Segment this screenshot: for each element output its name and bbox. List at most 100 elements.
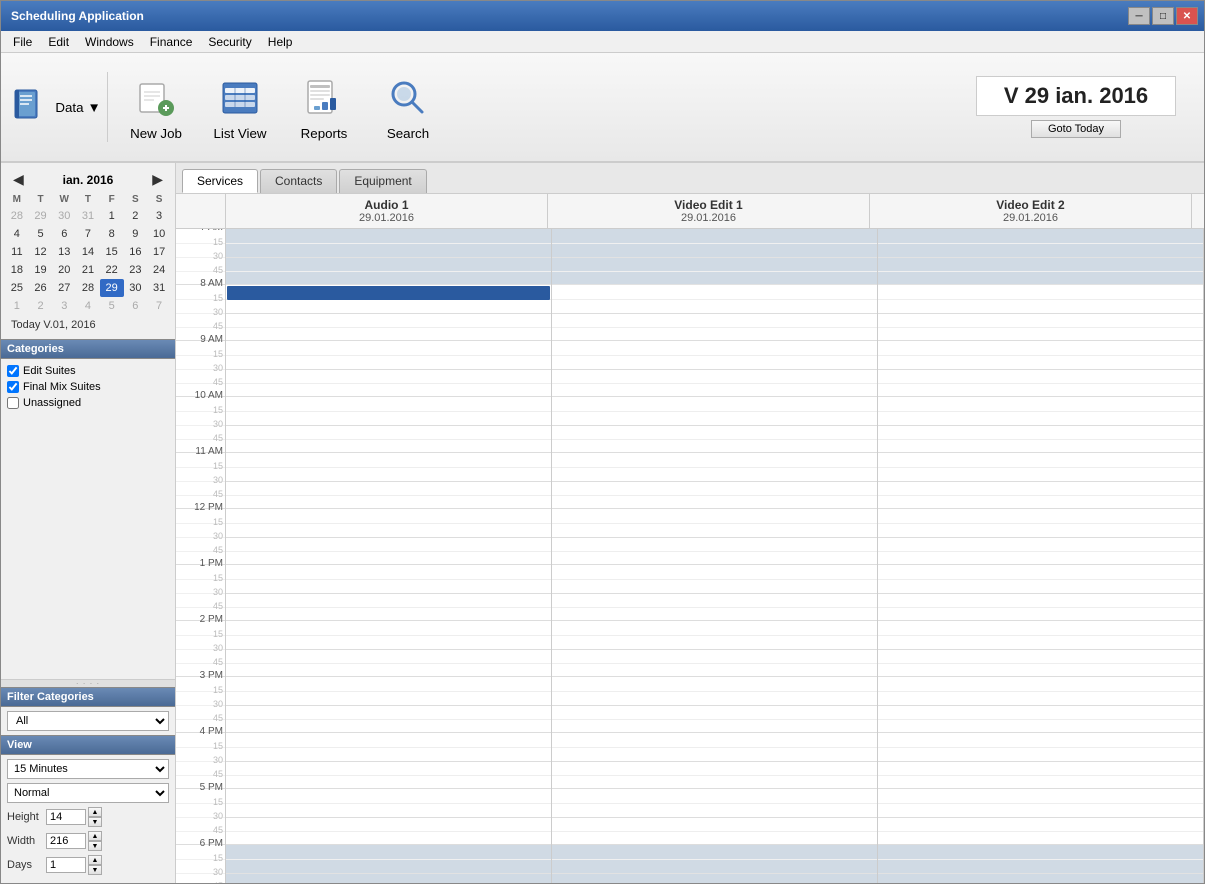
calendar-day[interactable]: 26 [29,279,53,297]
menu-help[interactable]: Help [260,33,301,51]
appointment-block[interactable] [227,286,550,300]
calendar-day[interactable]: 22 [100,261,124,279]
list-view-button[interactable]: List View [200,62,280,152]
width-input[interactable] [46,833,86,849]
calendar-day[interactable]: 2 [124,207,148,225]
days-down-button[interactable]: ▼ [88,865,102,875]
tab-services[interactable]: Services [182,169,258,193]
schedule-hour-block[interactable] [226,229,551,285]
schedule-hour-block[interactable] [552,789,877,845]
calendar-day[interactable]: 25 [5,279,29,297]
calendar-day[interactable]: 23 [124,261,148,279]
schedule-hour-block[interactable] [552,677,877,733]
calendar-day[interactable]: 1 [100,207,124,225]
height-input[interactable] [46,809,86,825]
maximize-button[interactable]: □ [1152,7,1174,25]
calendar-day[interactable]: 20 [52,261,76,279]
width-down-button[interactable]: ▼ [88,841,102,851]
mode-dropdown[interactable]: Normal Compact Wide [7,783,169,803]
schedule-hour-block[interactable] [878,789,1203,845]
calendar-day[interactable]: 3 [147,207,171,225]
calendar-day[interactable]: 30 [124,279,148,297]
schedule-hour-block[interactable] [878,733,1203,789]
calendar-day[interactable]: 7 [147,297,171,315]
calendar-day[interactable]: 3 [52,297,76,315]
days-input[interactable] [46,857,86,873]
tab-equipment[interactable]: Equipment [339,169,426,193]
calendar-day[interactable]: 9 [124,225,148,243]
new-job-button[interactable]: New Job [116,62,196,152]
calendar-day[interactable]: 6 [52,225,76,243]
calendar-day[interactable]: 13 [52,243,76,261]
calendar-day[interactable]: 17 [147,243,171,261]
schedule-hour-block[interactable] [878,677,1203,733]
calendar-prev-button[interactable]: ◀ [9,171,28,188]
schedule-hour-block[interactable] [878,285,1203,341]
calendar-day[interactable]: 4 [5,225,29,243]
schedule-hour-block[interactable] [878,565,1203,621]
schedule-hour-block[interactable] [552,845,877,883]
calendar-day[interactable]: 4 [76,297,100,315]
schedule-hour-block[interactable] [226,341,551,397]
menu-windows[interactable]: Windows [77,33,142,51]
reports-button[interactable]: Reports [284,62,364,152]
menu-security[interactable]: Security [200,33,259,51]
calendar-day[interactable]: 7 [76,225,100,243]
calendar-day[interactable]: 31 [147,279,171,297]
menu-edit[interactable]: Edit [40,33,77,51]
height-down-button[interactable]: ▼ [88,817,102,827]
calendar-day[interactable]: 5 [100,297,124,315]
calendar-day[interactable]: 1 [5,297,29,315]
schedule-hour-block[interactable] [552,229,877,285]
calendar-day[interactable]: 29 [29,207,53,225]
tab-contacts[interactable]: Contacts [260,169,337,193]
schedule-hour-block[interactable] [552,565,877,621]
calendar-day[interactable]: 31 [76,207,100,225]
schedule-hour-block[interactable] [878,229,1203,285]
close-button[interactable]: ✕ [1176,7,1198,25]
filter-dropdown[interactable]: All [7,711,169,731]
schedule-hour-block[interactable] [552,509,877,565]
schedule-hour-block[interactable] [878,341,1203,397]
search-button[interactable]: Search [368,62,448,152]
calendar-day[interactable]: 10 [147,225,171,243]
data-button[interactable]: Data ▼ [9,62,99,152]
category-final-mix-checkbox[interactable] [7,381,19,393]
calendar-day[interactable]: 16 [124,243,148,261]
schedule-hour-block[interactable] [552,453,877,509]
schedule-hour-block[interactable] [878,453,1203,509]
height-up-button[interactable]: ▲ [88,807,102,817]
schedule-hour-block[interactable] [226,789,551,845]
schedule-hour-block[interactable] [878,621,1203,677]
schedule-hour-block[interactable] [226,677,551,733]
calendar-day[interactable]: 24 [147,261,171,279]
schedule-hour-block[interactable] [226,845,551,883]
schedule-hour-block[interactable] [552,621,877,677]
calendar-day[interactable]: 6 [124,297,148,315]
calendar-day[interactable]: 5 [29,225,53,243]
goto-today-button[interactable]: Goto Today [1031,120,1121,138]
schedule-hour-block[interactable] [226,733,551,789]
schedule-hour-block[interactable] [878,509,1203,565]
calendar-day[interactable]: 2 [29,297,53,315]
schedule-hour-block[interactable] [226,453,551,509]
calendar-day[interactable]: 19 [29,261,53,279]
category-unassigned-checkbox[interactable] [7,397,19,409]
menu-file[interactable]: File [5,33,40,51]
days-up-button[interactable]: ▲ [88,855,102,865]
interval-dropdown[interactable]: 15 Minutes 30 Minutes 1 Hour [7,759,169,779]
width-up-button[interactable]: ▲ [88,831,102,841]
calendar-day[interactable]: 8 [100,225,124,243]
calendar-day[interactable]: 14 [76,243,100,261]
calendar-day[interactable]: 18 [5,261,29,279]
calendar-day[interactable]: 28 [76,279,100,297]
menu-finance[interactable]: Finance [142,33,201,51]
calendar-next-button[interactable]: ▶ [148,171,167,188]
calendar-day[interactable]: 30 [52,207,76,225]
category-edit-suites-checkbox[interactable] [7,365,19,377]
calendar-day[interactable]: 12 [29,243,53,261]
calendar-day[interactable]: 15 [100,243,124,261]
calendar-day[interactable]: 28 [5,207,29,225]
schedule-hour-block[interactable] [552,285,877,341]
schedule-hour-block[interactable] [878,845,1203,883]
